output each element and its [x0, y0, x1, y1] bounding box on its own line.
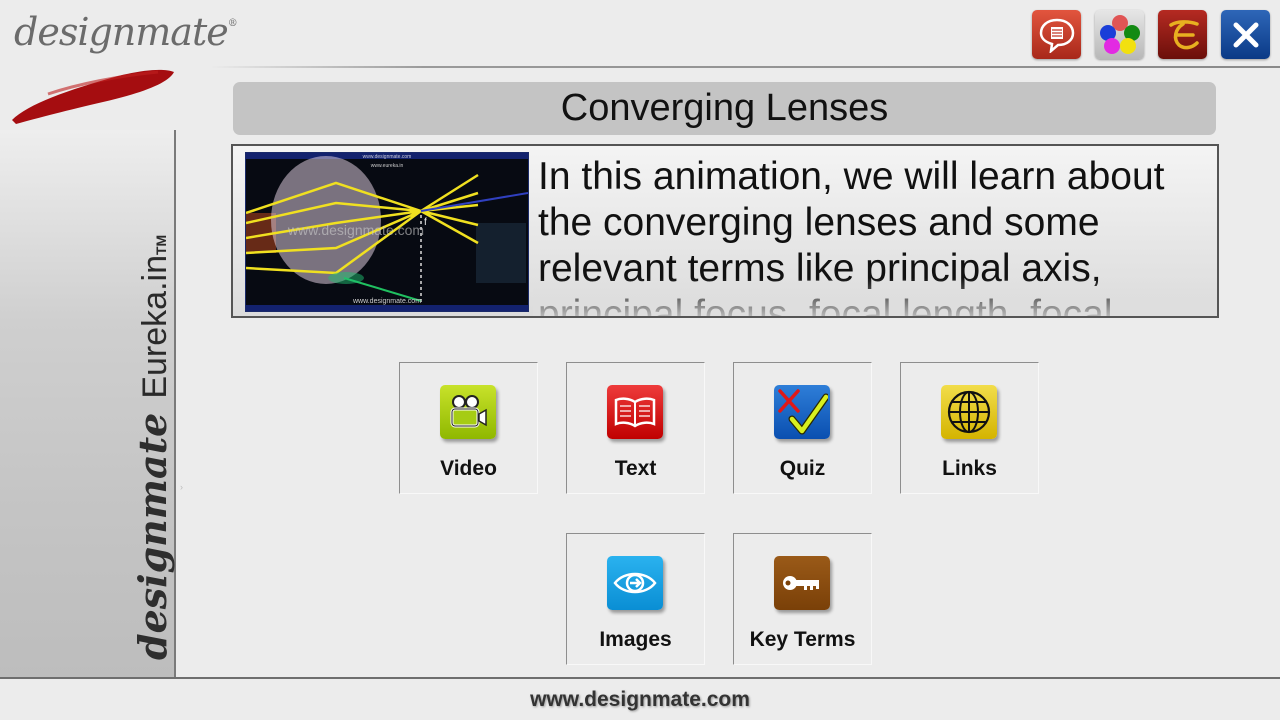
- vertical-brand: designmate Eureka.inTM: [130, 235, 175, 660]
- animation-thumbnail[interactable]: www.designmate.com www.eureka.in www.des…: [245, 152, 529, 312]
- eureka-brand: Eureka.inTM: [136, 235, 175, 399]
- registered-mark: ®: [227, 18, 238, 29]
- footer-divider: [0, 677, 1280, 679]
- lesson-title: Converging Lenses: [560, 87, 889, 129]
- quiz-check-icon: [774, 385, 830, 439]
- header-divider: [210, 66, 1280, 68]
- footer-url[interactable]: www.designmate.com: [0, 688, 1280, 712]
- text-fade-overlay: [533, 278, 1217, 316]
- thumbnail-caption-top: www.designmate.com: [363, 154, 412, 160]
- tile-label: Images: [599, 628, 672, 651]
- lens-ray-diagram-thumbnail: www.designmate.com www.eureka.in www.des…: [245, 153, 529, 311]
- trademark: TM: [153, 234, 169, 256]
- red-brush-stroke-icon: [12, 69, 174, 124]
- thumbnail-caption-bottom: www.designmate.com: [352, 298, 421, 305]
- color-palette-button[interactable]: [1095, 10, 1144, 59]
- lesson-title-bar: Converging Lenses: [233, 82, 1216, 135]
- tile-label: Key Terms: [749, 628, 856, 651]
- sidebar-handle[interactable]: ›: [180, 482, 184, 492]
- tile-label: Links: [942, 457, 997, 480]
- eureka-logo-icon: [1168, 19, 1199, 49]
- tile-text[interactable]: Text: [566, 362, 705, 494]
- thumbnail-caption-sub: www.eureka.in: [371, 163, 404, 169]
- tile-key-terms[interactable]: Key Terms: [733, 533, 872, 665]
- tile-label: Video: [440, 457, 497, 480]
- lesson-intro: www.designmate.com www.eureka.in www.des…: [231, 144, 1219, 318]
- toolbar: [1032, 10, 1270, 59]
- eureka-button[interactable]: [1158, 10, 1207, 59]
- designmate-logo: designmate®: [8, 6, 238, 130]
- close-button[interactable]: [1221, 10, 1270, 59]
- book-icon: [607, 385, 663, 439]
- logo-wordmark: designmate: [14, 10, 229, 54]
- eye-icon: [607, 556, 663, 610]
- tile-video[interactable]: Video: [399, 362, 538, 494]
- vertical-designmate-logo: designmate: [130, 412, 175, 660]
- tile-label: Text: [614, 457, 657, 480]
- focus-label: f: [424, 217, 427, 228]
- logo-text: designmate®: [14, 10, 238, 54]
- tile-images[interactable]: Images: [566, 533, 705, 665]
- chat-button[interactable]: [1032, 10, 1081, 59]
- tile-quiz[interactable]: Quiz: [733, 362, 872, 494]
- close-icon: [1233, 22, 1258, 47]
- tile-label: Quiz: [779, 457, 826, 480]
- tile-links[interactable]: Links: [900, 362, 1039, 494]
- chat-icon: [1039, 18, 1074, 53]
- video-camera-icon: [440, 385, 496, 439]
- eureka-text: Eureka.in: [136, 255, 174, 399]
- color-palette-icon: [1099, 14, 1140, 54]
- key-icon: [774, 556, 830, 610]
- globe-icon: [941, 385, 997, 439]
- thumbnail-watermark: www.designmate.com: [287, 222, 424, 238]
